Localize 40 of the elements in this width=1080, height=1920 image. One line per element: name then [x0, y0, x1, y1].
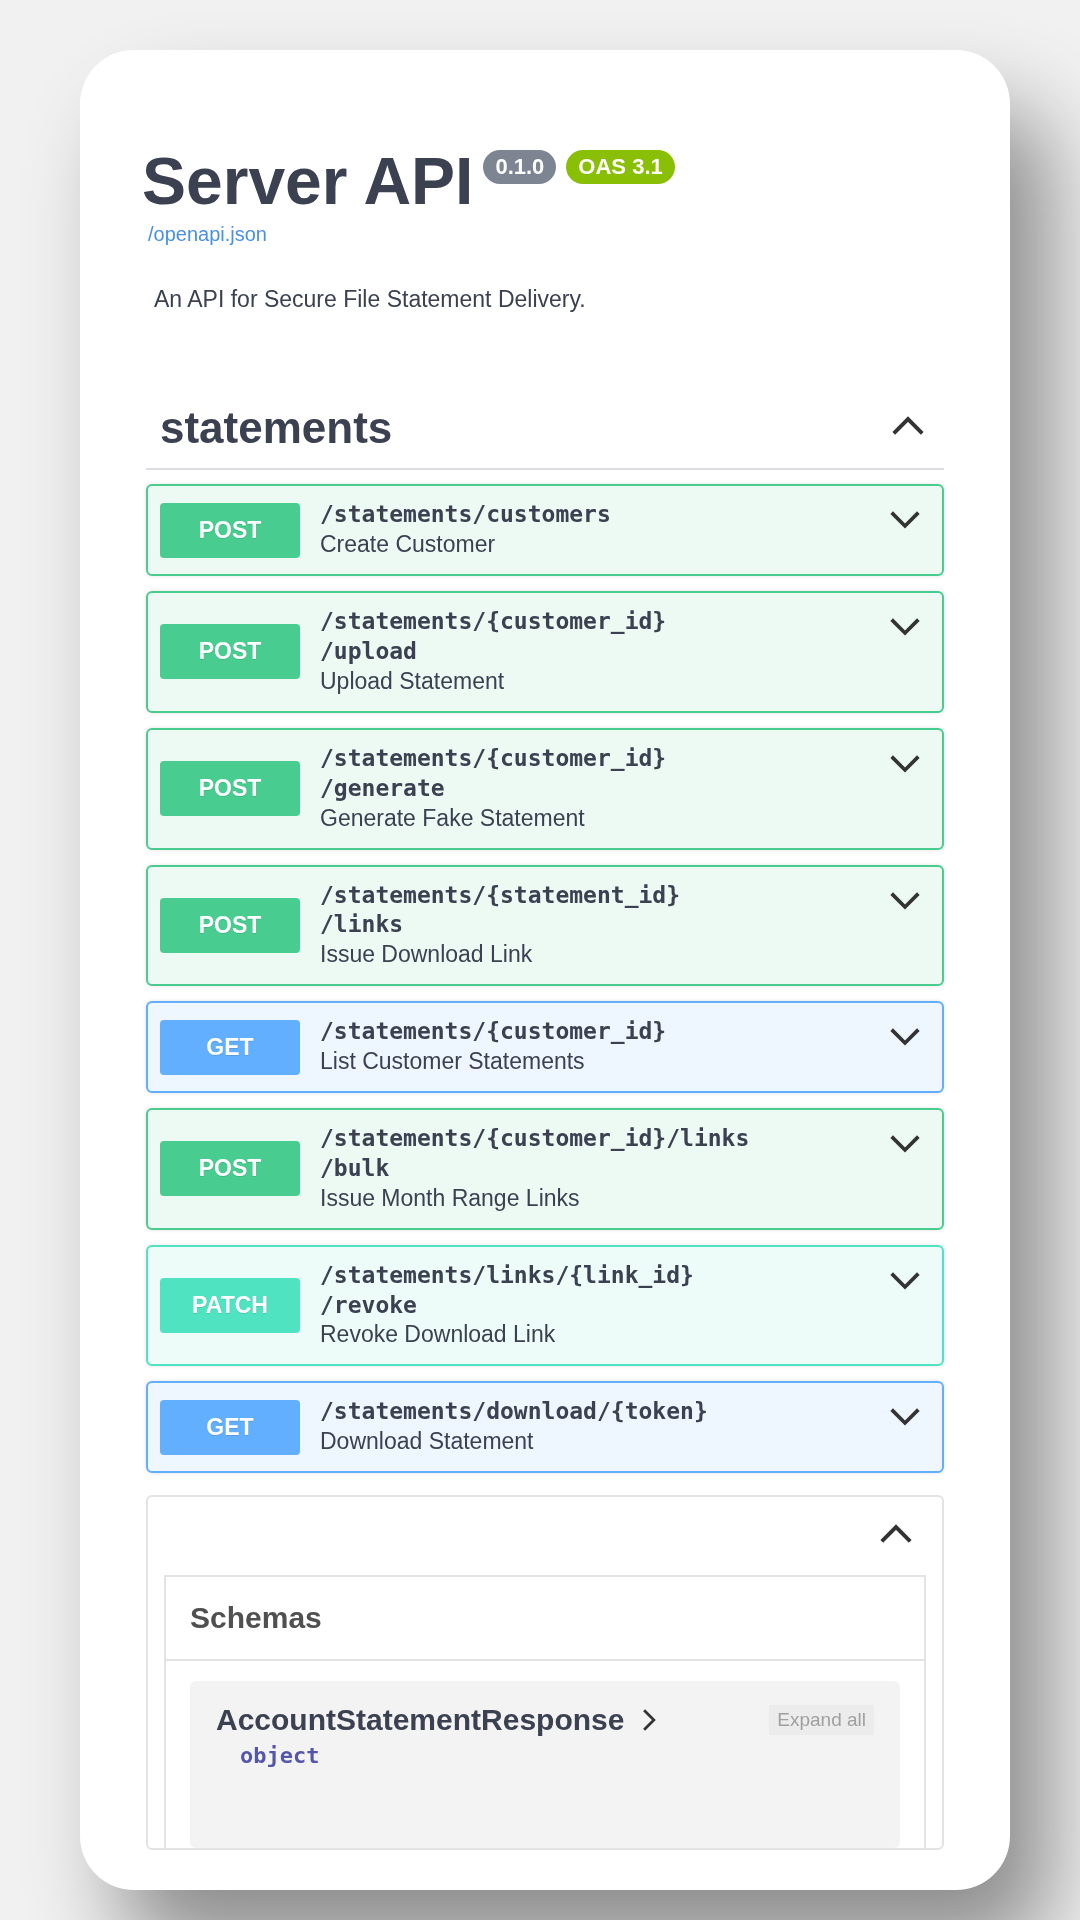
operation-row[interactable]: POST /statements/{customer_id}/links/bulk Issue Month Range Links	[146, 1107, 944, 1230]
oas-badge: OAS 3.1	[566, 150, 675, 184]
endpoint-summary: Download Statement	[320, 1427, 534, 1457]
tag-title[interactable]: statements	[160, 399, 393, 457]
operation-row[interactable]: GET /statements/download/{token} Download Statement	[146, 1381, 944, 1474]
endpoint-summary: Issue Download Link	[320, 940, 533, 970]
operation-row[interactable]: GET /statements/{customer_id} List Customer Statements	[146, 1001, 944, 1093]
method-badge: POST	[160, 502, 300, 558]
endpoint-path: /statements/{statement_id}/links	[320, 880, 682, 940]
model-name[interactable]: AccountStatementResponse	[216, 1703, 625, 1738]
schemas-title: Schemas	[166, 1577, 924, 1662]
api-title: Server API	[142, 143, 474, 220]
endpoint-summary: Create Customer	[320, 530, 496, 560]
method-badge: PATCH	[160, 1277, 300, 1333]
api-description: An API for Secure File Statement Delivery.	[154, 286, 587, 314]
endpoint-summary: Generate Fake Statement	[320, 803, 585, 833]
endpoint-path: /statements/download/{token}	[320, 1397, 708, 1427]
endpoint-path: /statements/customers	[320, 500, 611, 530]
method-badge: GET	[160, 1019, 300, 1075]
endpoint-summary: Upload Statement	[320, 666, 505, 696]
method-badge: GET	[160, 1399, 300, 1455]
operation-row[interactable]: POST /statements/{customer_id}/generate Generate Fake Statement	[146, 727, 944, 850]
endpoint-path: /statements/{customer_id}/generate	[320, 743, 668, 803]
endpoint-path: /statements/{customer_id}/upload	[320, 607, 668, 667]
version-badge: 0.1.0	[483, 150, 557, 184]
operation-row[interactable]: PATCH /statements/links/{link_id}/revoke Revoke Download Link	[146, 1244, 944, 1367]
method-badge: POST	[160, 761, 300, 817]
endpoint-summary: Issue Month Range Links	[320, 1183, 580, 1213]
endpoint-path: /statements/links/{link_id}/revoke	[320, 1260, 695, 1320]
endpoint-path: /statements/{customer_id}/links/bulk	[320, 1123, 751, 1183]
method-badge: POST	[160, 624, 300, 680]
operation-row[interactable]: POST /statements/{customer_id}/upload Upload Statement	[146, 591, 944, 713]
endpoint-summary: Revoke Download Link	[320, 1320, 556, 1350]
endpoint-summary: List Customer Statements	[320, 1047, 585, 1077]
operation-row[interactable]: POST /statements/{statement_id}/links Issue Download Link	[146, 864, 944, 987]
endpoint-path: /statements/{customer_id}	[320, 1017, 667, 1047]
method-badge: POST	[160, 897, 300, 953]
model-type: object	[240, 1743, 321, 1769]
method-badge: POST	[160, 1141, 300, 1197]
operation-row[interactable]: POST /statements/customers Create Customer	[146, 484, 944, 577]
